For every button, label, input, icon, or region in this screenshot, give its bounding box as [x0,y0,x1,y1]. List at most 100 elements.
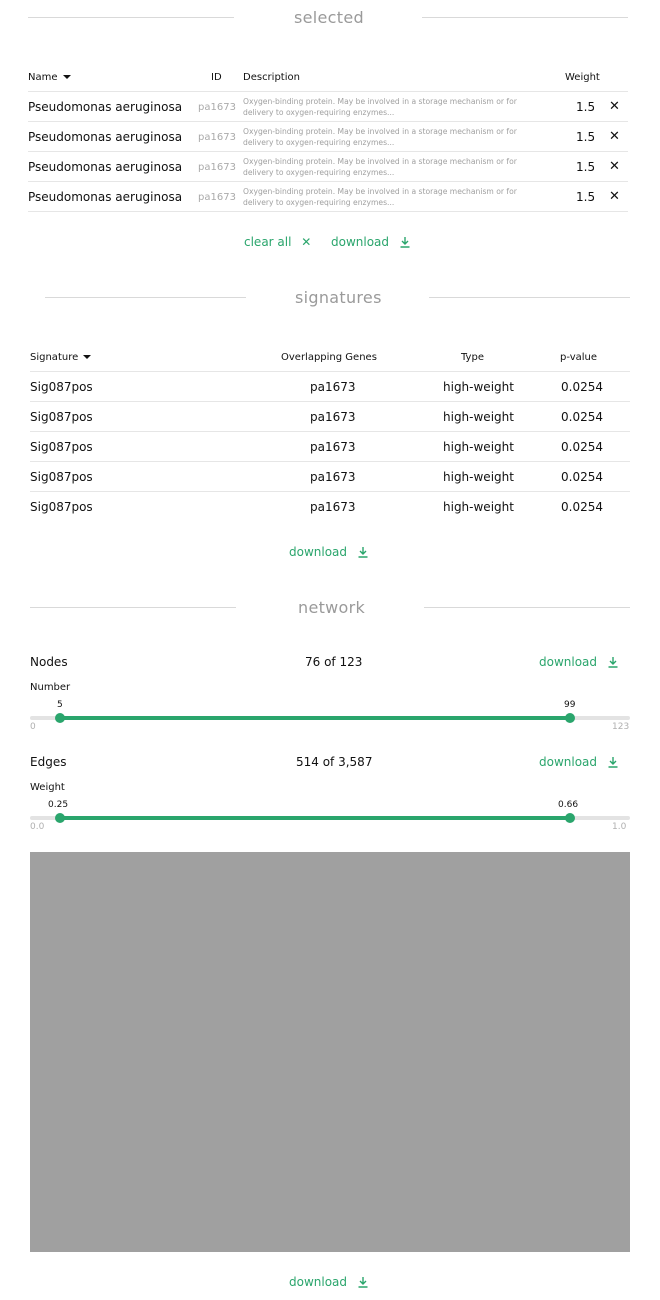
row-name: Pseudomonas aeruginosa [28,190,183,204]
overlapping-genes-header: Overlapping Genes [281,352,377,363]
signature-table-row[interactable]: Sig087pos pa1673 high-weight 0.0254 [0,402,660,432]
remove-row-close-icon[interactable]: ✕ [609,160,620,174]
row-pvalue: 0.0254 [561,440,603,454]
remove-row-close-icon[interactable]: ✕ [609,190,620,204]
nodes-label: Nodes [30,655,68,669]
row-signature: Sig087pos [30,410,93,424]
row-description: Oxygen-binding protein. May be involved … [243,126,543,148]
download-arrow-icon [358,1277,368,1288]
selected-table-row: Pseudomonas aeruginosa pa1673 Oxygen-bindi… [0,182,660,212]
network-download-button[interactable]: download [289,1275,369,1289]
signature-table-row[interactable]: Sig087pos pa1673 high-weight 0.0254 [0,492,660,522]
divider-left [45,297,246,298]
download-arrow-icon [400,237,410,248]
sort-signature-header[interactable]: Signature [30,352,92,363]
divider-right [429,297,630,298]
row-pvalue: 0.0254 [561,500,603,514]
selected-title: selected [294,8,364,27]
row-signature: Sig087pos [30,500,93,514]
row-description-line: delivery to oxygen-requiring enzymes... [243,108,395,117]
row-description-line: Oxygen-binding protein. May be involved … [243,187,517,196]
row-description-line: Oxygen-binding protein. May be involved … [243,157,517,166]
slider-low-handle[interactable] [55,813,65,823]
row-description: Oxygen-binding protein. May be involved … [243,96,543,118]
row-description-line: delivery to oxygen-requiring enzymes... [243,198,395,207]
row-description-line: Oxygen-binding protein. May be involved … [243,97,517,106]
row-overlapping-genes: pa1673 [310,470,356,484]
type-header: Type [461,352,484,363]
row-weight: 1.5 [576,160,596,174]
divider-left [28,17,234,18]
slider-high-handle[interactable] [565,813,575,823]
row-type: high-weight [443,470,514,484]
slider-min-label: 0 [30,722,36,732]
row-overlapping-genes: pa1673 [310,440,356,454]
slider-high-handle[interactable] [565,713,575,723]
row-pvalue: 0.0254 [561,380,603,394]
row-description-line: Oxygen-binding protein. May be involved … [243,127,517,136]
signatures-title: signatures [295,288,382,307]
row-signature: Sig087pos [30,440,93,454]
slider-high-value: 0.66 [558,800,579,810]
row-weight: 1.5 [576,190,596,204]
row-id: pa1673 [198,102,236,113]
signature-table-row[interactable]: Sig087pos pa1673 high-weight 0.0254 [0,462,660,492]
signatures-download-button[interactable]: download [289,545,369,559]
selected-table-row: Pseudomonas aeruginosa pa1673 Oxygen-bindi… [0,92,660,122]
slider-low-value: 5 [57,700,63,710]
divider-left [30,607,236,608]
row-type: high-weight [443,440,514,454]
row-overlapping-genes: pa1673 [310,380,356,394]
remove-row-close-icon[interactable]: ✕ [609,130,620,144]
row-id: pa1673 [198,192,236,203]
row-type: high-weight [443,500,514,514]
row-name: Pseudomonas aeruginosa [28,160,183,174]
row-pvalue: 0.0254 [561,410,603,424]
divider-right [424,607,630,608]
remove-row-close-icon[interactable]: ✕ [609,100,620,114]
row-pvalue: 0.0254 [561,470,603,484]
slider-min-label: 0.0 [30,822,45,832]
slider-fill [60,716,570,720]
slider-high-value: 99 [564,700,576,710]
network-title: network [298,598,366,617]
slider-max-label: 123 [612,722,630,732]
edges-slider-label: Weight [30,782,65,793]
description-header: Description [243,72,300,83]
network-graph-canvas[interactable] [30,852,630,1252]
edges-count: 514 of 3,587 [296,755,373,769]
signature-table-row[interactable]: Sig087pos pa1673 high-weight 0.0254 [0,372,660,402]
signature-table-row[interactable]: Sig087pos pa1673 high-weight 0.0254 [0,432,660,462]
close-icon: ✕ [301,235,312,249]
row-signature: Sig087pos [30,470,93,484]
caret-down-icon [83,355,92,359]
selected-download-button[interactable]: download [331,235,411,249]
selected-table-row: Pseudomonas aeruginosa pa1673 Oxygen-bindi… [0,122,660,152]
slider-low-handle[interactable] [55,713,65,723]
weight-header: Weight [565,72,600,83]
slider-fill [60,816,570,820]
row-id: pa1673 [198,132,236,143]
clear-all-button[interactable]: clear all ✕ [244,235,311,249]
row-weight: 1.5 [576,130,596,144]
edges-download-button[interactable]: download [539,755,619,769]
row-signature: Sig087pos [30,380,93,394]
row-overlapping-genes: pa1673 [310,410,356,424]
pvalue-header: p-value [560,352,598,363]
slider-low-value: 0.25 [48,800,69,810]
download-arrow-icon [608,757,618,768]
row-name: Pseudomonas aeruginosa [28,100,183,114]
nodes-download-button[interactable]: download [539,655,619,669]
slider-max-label: 1.0 [612,822,627,832]
row-type: high-weight [443,380,514,394]
row-overlapping-genes: pa1673 [310,500,356,514]
caret-down-icon [62,75,71,79]
row-id: pa1673 [198,162,236,173]
selected-table-row: Pseudomonas aeruginosa pa1673 Oxygen-bindi… [0,152,660,182]
divider-right [422,17,628,18]
nodes-count: 76 of 123 [305,655,363,669]
row-description-line: delivery to oxygen-requiring enzymes... [243,138,395,147]
download-arrow-icon [608,657,618,668]
sort-name-header[interactable]: Name [28,72,71,83]
row-description: Oxygen-binding protein. May be involved … [243,156,543,178]
